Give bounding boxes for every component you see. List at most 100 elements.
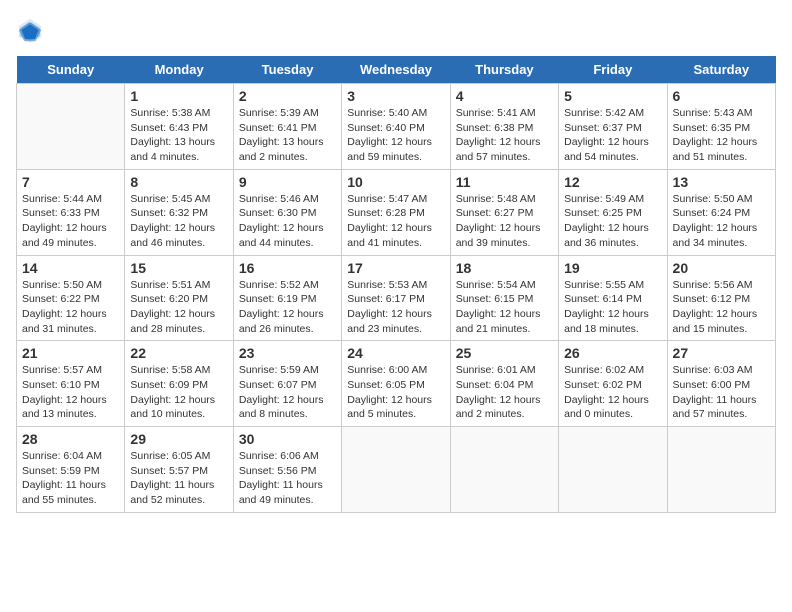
day-number: 17 — [347, 260, 444, 276]
calendar-cell: 26 Sunrise: 6:02 AM Sunset: 6:02 PM Dayli… — [559, 341, 667, 427]
week-row-1: 1 Sunrise: 5:38 AM Sunset: 6:43 PM Daylig… — [17, 84, 776, 170]
day-number: 7 — [22, 174, 119, 190]
day-info: Sunrise: 5:52 AM Sunset: 6:19 PM Dayligh… — [239, 278, 336, 337]
week-row-5: 28 Sunrise: 6:04 AM Sunset: 5:59 PM Dayli… — [17, 427, 776, 513]
calendar-cell: 9Sunrise: 5:46 AM Sunset: 6:30 PM Daylig… — [233, 169, 341, 255]
day-number: 16 — [239, 260, 336, 276]
day-info: Sunrise: 6:01 AM Sunset: 6:04 PM Dayligh… — [456, 363, 553, 422]
calendar-cell: 10 Sunrise: 5:47 AM Sunset: 6:28 PM Dayli… — [342, 169, 450, 255]
day-number: 30 — [239, 431, 336, 447]
day-info: Sunrise: 5:59 AM Sunset: 6:07 PM Dayligh… — [239, 363, 336, 422]
calendar-cell: 14 Sunrise: 5:50 AM Sunset: 6:22 PM Dayli… — [17, 255, 125, 341]
day-number: 3 — [347, 88, 444, 104]
week-row-2: 7 Sunrise: 5:44 AM Sunset: 6:33 PM Daylig… — [17, 169, 776, 255]
day-number: 29 — [130, 431, 227, 447]
calendar-cell: 30 Sunrise: 6:06 AM Sunset: 5:56 PM Dayli… — [233, 427, 341, 513]
calendar-cell — [450, 427, 558, 513]
day-number: 6 — [673, 88, 770, 104]
day-info: Sunrise: 6:05 AM Sunset: 5:57 PM Dayligh… — [130, 449, 227, 508]
day-number: 19 — [564, 260, 661, 276]
calendar-cell: 21 Sunrise: 5:57 AM Sunset: 6:10 PM Dayli… — [17, 341, 125, 427]
day-info: Sunrise: 5:39 AM Sunset: 6:41 PM Dayligh… — [239, 106, 336, 165]
calendar-cell: 19 Sunrise: 5:55 AM Sunset: 6:14 PM Dayli… — [559, 255, 667, 341]
day-info: Sunrise: 5:43 AM Sunset: 6:35 PM Dayligh… — [673, 106, 770, 165]
day-info: Sunrise: 5:55 AM Sunset: 6:14 PM Dayligh… — [564, 278, 661, 337]
day-info: Sunrise: 6:04 AM Sunset: 5:59 PM Dayligh… — [22, 449, 119, 508]
calendar-cell: 29 Sunrise: 6:05 AM Sunset: 5:57 PM Dayli… — [125, 427, 233, 513]
day-info: Sunrise: 6:03 AM Sunset: 6:00 PM Dayligh… — [673, 363, 770, 422]
day-number: 15 — [130, 260, 227, 276]
day-header-friday: Friday — [559, 56, 667, 84]
day-info: Sunrise: 5:50 AM Sunset: 6:22 PM Dayligh… — [22, 278, 119, 337]
day-info: Sunrise: 5:51 AM Sunset: 6:20 PM Dayligh… — [130, 278, 227, 337]
calendar-cell — [667, 427, 775, 513]
logo — [16, 16, 48, 44]
day-number: 12 — [564, 174, 661, 190]
day-number: 23 — [239, 345, 336, 361]
calendar-cell: 2Sunrise: 5:39 AM Sunset: 6:41 PM Daylig… — [233, 84, 341, 170]
day-number: 26 — [564, 345, 661, 361]
day-info: Sunrise: 6:02 AM Sunset: 6:02 PM Dayligh… — [564, 363, 661, 422]
day-info: Sunrise: 5:49 AM Sunset: 6:25 PM Dayligh… — [564, 192, 661, 251]
day-number: 21 — [22, 345, 119, 361]
calendar-cell: 17 Sunrise: 5:53 AM Sunset: 6:17 PM Dayli… — [342, 255, 450, 341]
day-info: Sunrise: 5:44 AM Sunset: 6:33 PM Dayligh… — [22, 192, 119, 251]
day-header-tuesday: Tuesday — [233, 56, 341, 84]
days-header-row: SundayMondayTuesdayWednesdayThursdayFrid… — [17, 56, 776, 84]
page-header — [16, 16, 776, 44]
day-header-saturday: Saturday — [667, 56, 775, 84]
day-number: 28 — [22, 431, 119, 447]
day-info: Sunrise: 5:38 AM Sunset: 6:43 PM Dayligh… — [130, 106, 227, 165]
calendar-cell: 1 Sunrise: 5:38 AM Sunset: 6:43 PM Daylig… — [125, 84, 233, 170]
day-info: Sunrise: 6:06 AM Sunset: 5:56 PM Dayligh… — [239, 449, 336, 508]
calendar-cell: 27Sunrise: 6:03 AM Sunset: 6:00 PM Dayli… — [667, 341, 775, 427]
calendar-cell — [17, 84, 125, 170]
calendar-cell: 6 Sunrise: 5:43 AM Sunset: 6:35 PM Daylig… — [667, 84, 775, 170]
calendar-cell: 3 Sunrise: 5:40 AM Sunset: 6:40 PM Daylig… — [342, 84, 450, 170]
calendar-cell: 4Sunrise: 5:41 AM Sunset: 6:38 PM Daylig… — [450, 84, 558, 170]
day-number: 22 — [130, 345, 227, 361]
day-info: Sunrise: 5:58 AM Sunset: 6:09 PM Dayligh… — [130, 363, 227, 422]
day-number: 10 — [347, 174, 444, 190]
day-number: 11 — [456, 174, 553, 190]
day-number: 24 — [347, 345, 444, 361]
logo-icon — [16, 16, 44, 44]
day-info: Sunrise: 5:53 AM Sunset: 6:17 PM Dayligh… — [347, 278, 444, 337]
day-number: 1 — [130, 88, 227, 104]
calendar-cell: 8 Sunrise: 5:45 AM Sunset: 6:32 PM Daylig… — [125, 169, 233, 255]
day-number: 25 — [456, 345, 553, 361]
day-info: Sunrise: 5:56 AM Sunset: 6:12 PM Dayligh… — [673, 278, 770, 337]
day-info: Sunrise: 5:57 AM Sunset: 6:10 PM Dayligh… — [22, 363, 119, 422]
day-header-monday: Monday — [125, 56, 233, 84]
day-number: 14 — [22, 260, 119, 276]
day-number: 5 — [564, 88, 661, 104]
calendar-cell — [342, 427, 450, 513]
day-number: 8 — [130, 174, 227, 190]
calendar-cell — [559, 427, 667, 513]
day-number: 9 — [239, 174, 336, 190]
calendar-cell: 12 Sunrise: 5:49 AM Sunset: 6:25 PM Dayli… — [559, 169, 667, 255]
day-info: Sunrise: 6:00 AM Sunset: 6:05 PM Dayligh… — [347, 363, 444, 422]
calendar-cell: 22 Sunrise: 5:58 AM Sunset: 6:09 PM Dayli… — [125, 341, 233, 427]
calendar-cell: 7 Sunrise: 5:44 AM Sunset: 6:33 PM Daylig… — [17, 169, 125, 255]
calendar-cell: 28 Sunrise: 6:04 AM Sunset: 5:59 PM Dayli… — [17, 427, 125, 513]
day-header-thursday: Thursday — [450, 56, 558, 84]
week-row-4: 21 Sunrise: 5:57 AM Sunset: 6:10 PM Dayli… — [17, 341, 776, 427]
day-info: Sunrise: 5:41 AM Sunset: 6:38 PM Dayligh… — [456, 106, 553, 165]
day-number: 20 — [673, 260, 770, 276]
calendar-cell: 18 Sunrise: 5:54 AM Sunset: 6:15 PM Dayli… — [450, 255, 558, 341]
day-info: Sunrise: 5:48 AM Sunset: 6:27 PM Dayligh… — [456, 192, 553, 251]
day-info: Sunrise: 5:47 AM Sunset: 6:28 PM Dayligh… — [347, 192, 444, 251]
calendar-cell: 25 Sunrise: 6:01 AM Sunset: 6:04 PM Dayli… — [450, 341, 558, 427]
calendar-cell: 16 Sunrise: 5:52 AM Sunset: 6:19 PM Dayli… — [233, 255, 341, 341]
day-info: Sunrise: 5:50 AM Sunset: 6:24 PM Dayligh… — [673, 192, 770, 251]
calendar-cell: 20 Sunrise: 5:56 AM Sunset: 6:12 PM Dayli… — [667, 255, 775, 341]
day-number: 18 — [456, 260, 553, 276]
day-number: 13 — [673, 174, 770, 190]
week-row-3: 14 Sunrise: 5:50 AM Sunset: 6:22 PM Dayli… — [17, 255, 776, 341]
day-info: Sunrise: 5:40 AM Sunset: 6:40 PM Dayligh… — [347, 106, 444, 165]
day-info: Sunrise: 5:45 AM Sunset: 6:32 PM Dayligh… — [130, 192, 227, 251]
calendar-table: SundayMondayTuesdayWednesdayThursdayFrid… — [16, 56, 776, 513]
calendar-cell: 11 Sunrise: 5:48 AM Sunset: 6:27 PM Dayli… — [450, 169, 558, 255]
day-info: Sunrise: 5:54 AM Sunset: 6:15 PM Dayligh… — [456, 278, 553, 337]
